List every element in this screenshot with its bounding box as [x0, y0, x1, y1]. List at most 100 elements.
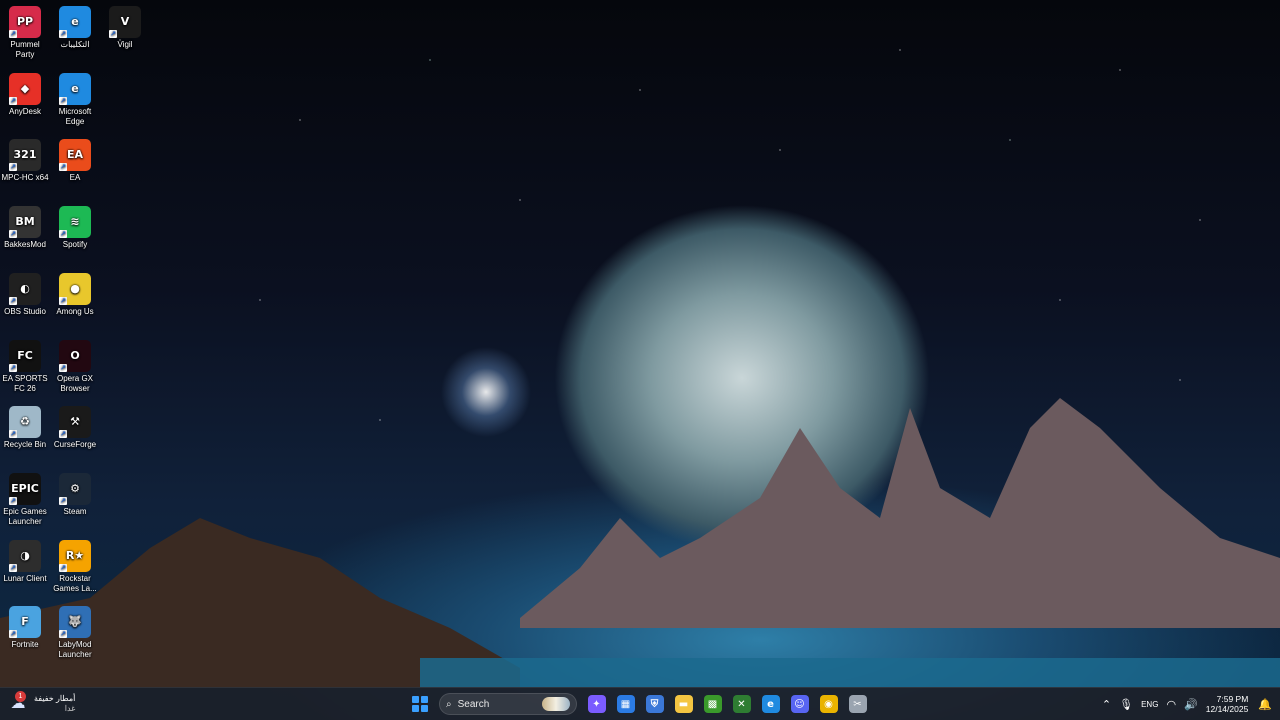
xbox-app-taskbar-button[interactable]: ✕ — [728, 690, 755, 718]
desktop-icon[interactable]: e ↗ التكليبات — [50, 6, 100, 50]
desktop-icon-label: Lunar Client — [3, 573, 47, 583]
snipping-tool-taskbar-button[interactable]: ✂ — [844, 690, 871, 718]
notification-bell-icon[interactable]: 🔔 — [1258, 698, 1272, 711]
curseforge-icon: ⚒ ↗ — [59, 406, 91, 439]
shortcut-arrow-icon: ↗ — [59, 230, 67, 239]
desktop-icon-label: Fortnite — [11, 640, 39, 650]
notification-badge: 1 — [15, 691, 26, 702]
shortcut-arrow-icon: ↗ — [59, 96, 67, 105]
desktop-icon[interactable]: ⚒ ↗ CurseForge — [50, 406, 100, 450]
desktop-icon-label: التكليبات — [60, 40, 90, 49]
desktop-icon[interactable]: FC ↗ EA SPORTS FC 26 — [0, 339, 50, 394]
chrome-taskbar-button[interactable]: ◉ — [815, 690, 842, 718]
shortcut-arrow-icon: ↗ — [9, 163, 17, 172]
desktop-icon-label: Pummel Party — [10, 40, 40, 59]
desktop-icon-label: EA — [69, 173, 81, 183]
shortcut-arrow-icon: ↗ — [109, 30, 117, 38]
desktop-icon[interactable]: R★ ↗ Rockstar Games La... — [50, 539, 100, 594]
shortcut-arrow-icon: ↗ — [9, 230, 17, 239]
taskbar: ☁ 1 أمطار خفيفة غدا ⌕ Search ✦ ▦ ⛨ ▬ ▩ ✕ e ☺ ◉ ✂ … — [0, 687, 1280, 720]
desktop-icon[interactable]: ◐ ↗ OBS Studio — [0, 272, 50, 317]
desktop-icon-label: Spotify — [62, 240, 88, 250]
desktop-icon[interactable]: O ↗ Opera GX Browser — [50, 339, 100, 394]
shortcut-arrow-icon: ↗ — [9, 363, 17, 372]
desktop-icon[interactable]: e ↗ Microsoft Edge — [50, 72, 100, 127]
pummel-party-icon: PP ↗ — [9, 6, 41, 38]
desktop-icon[interactable]: BM ↗ BakkesMod — [0, 206, 50, 250]
desktop-icon-label: Opera GX Browser — [56, 373, 93, 393]
search-placeholder: Search — [457, 698, 490, 710]
desktop-icon[interactable]: ● ↗ Among Us — [50, 272, 100, 317]
shortcut-arrow-icon: ↗ — [9, 630, 17, 639]
desktop-icon-label: Steam — [63, 506, 87, 516]
shortcut-arrow-icon: ↗ — [59, 30, 67, 38]
search-highlight-icon — [542, 697, 570, 711]
desktop-icon-label: Rockstar Games La... — [53, 573, 97, 593]
copilot-icon: ✦ — [587, 695, 606, 713]
clock-time: 7:59 PM — [1216, 694, 1249, 704]
minecraft-taskbar-button[interactable]: ▩ — [699, 690, 726, 718]
copilot-taskbar-button[interactable]: ✦ — [583, 690, 610, 718]
desktop-icon[interactable]: 321 ↗ MPC-HC x64 — [0, 139, 50, 183]
desktop-icon-label: Microsoft Edge — [58, 106, 92, 126]
shortcut-arrow-icon: ↗ — [9, 30, 17, 38]
chevron-up-icon[interactable]: ⌃ — [1102, 698, 1111, 711]
minecraft-icon: ▩ — [703, 695, 722, 713]
desktop-icon[interactable]: ≋ ↗ Spotify — [50, 206, 100, 250]
microphone-icon[interactable]: 🎙 — [1119, 698, 1133, 711]
security-shield-taskbar-button[interactable]: ⛨ — [641, 690, 668, 718]
fc26-icon: FC ↗ — [9, 339, 41, 372]
desktop-icon[interactable]: ♻ ↗ Recycle Bin — [0, 406, 50, 450]
desktop-icon-label: LabyMod Launcher — [58, 640, 92, 660]
wifi-icon[interactable]: ◠ — [1166, 698, 1176, 711]
mpc-hc-icon: 321 ↗ — [9, 139, 41, 172]
desktop-icon[interactable]: 🐺 ↗ LabyMod Launcher — [50, 606, 100, 660]
clock-date: 12/14/2025 — [1205, 704, 1249, 714]
start-button[interactable] — [406, 690, 433, 718]
edge-icon: e ↗ — [59, 72, 91, 105]
edge-taskbar-button[interactable]: e — [757, 690, 784, 718]
weather-subtitle: غدا — [64, 704, 76, 713]
file-explorer-taskbar-button[interactable]: ▬ — [670, 690, 697, 718]
pinned-apps: ✦ ▦ ⛨ ▬ ▩ ✕ e ☺ ◉ ✂ — [583, 690, 871, 718]
recycle-bin-icon: ♻ ↗ — [9, 406, 41, 439]
among-us-icon: ● ↗ — [59, 272, 91, 305]
desktop-icon-label: CurseForge — [53, 440, 97, 450]
shortcut-arrow-icon: ↗ — [9, 96, 17, 105]
obs-icon: ◐ ↗ — [9, 272, 41, 305]
desktop-icon[interactable]: V ↗ Vigil — [100, 6, 150, 50]
desktop: PP ↗ Pummel Party e ↗ التكليبات V ↗ Vigil ◆ ↗ AnyDe… — [0, 0, 1280, 720]
opera-gx-icon: O ↗ — [59, 339, 91, 372]
shortcut-arrow-icon: ↗ — [59, 296, 67, 305]
language-indicator[interactable]: ENG — [1141, 700, 1158, 709]
microsoft-store-taskbar-button[interactable]: ▦ — [612, 690, 639, 718]
shortcut-arrow-icon: ↗ — [59, 430, 67, 439]
desktop-icon-label: EA SPORTS FC 26 — [2, 373, 48, 393]
rockstar-icon: R★ ↗ — [59, 539, 91, 572]
desktop-icon-label: BakkesMod — [4, 240, 46, 250]
desktop-icon[interactable]: ⚙ ↗ Steam — [50, 472, 100, 517]
security-shield-icon: ⛨ — [645, 695, 664, 713]
desktop-icon[interactable]: ◆ ↗ AnyDesk — [0, 72, 50, 117]
discord-taskbar-button[interactable]: ☺ — [786, 690, 813, 718]
edge-icon: e ↗ — [59, 6, 91, 38]
weather-title: أمطار خفيفة — [34, 694, 76, 703]
windows-icon — [411, 696, 428, 712]
desktop-icon[interactable]: PP ↗ Pummel Party — [0, 6, 50, 60]
desktop-icon[interactable]: F ↗ Fortnite — [0, 606, 50, 650]
epic-games-icon: EPIC ↗ — [9, 472, 41, 505]
shortcut-arrow-icon: ↗ — [59, 163, 67, 172]
bakkesmod-icon: BM ↗ — [9, 206, 41, 239]
clock[interactable]: 7:59 PM 12/14/2025 — [1206, 694, 1249, 714]
discord-icon: ☺ — [790, 695, 809, 713]
weather-widget[interactable]: ☁ 1 أمطار خفيفة غدا — [8, 690, 75, 718]
volume-icon[interactable]: 🔊 — [1184, 698, 1198, 711]
search-box[interactable]: ⌕ Search — [439, 693, 577, 715]
snipping-tool-icon: ✂ — [848, 695, 867, 713]
desktop-icon[interactable]: EA ↗ EA — [50, 139, 100, 183]
fortnite-icon: F ↗ — [9, 606, 41, 639]
desktop-icon[interactable]: ◑ ↗ Lunar Client — [0, 539, 50, 584]
vigil-icon: V ↗ — [109, 6, 141, 38]
shortcut-arrow-icon: ↗ — [59, 563, 67, 572]
desktop-icon[interactable]: EPIC ↗ Epic Games Launcher — [0, 472, 50, 527]
